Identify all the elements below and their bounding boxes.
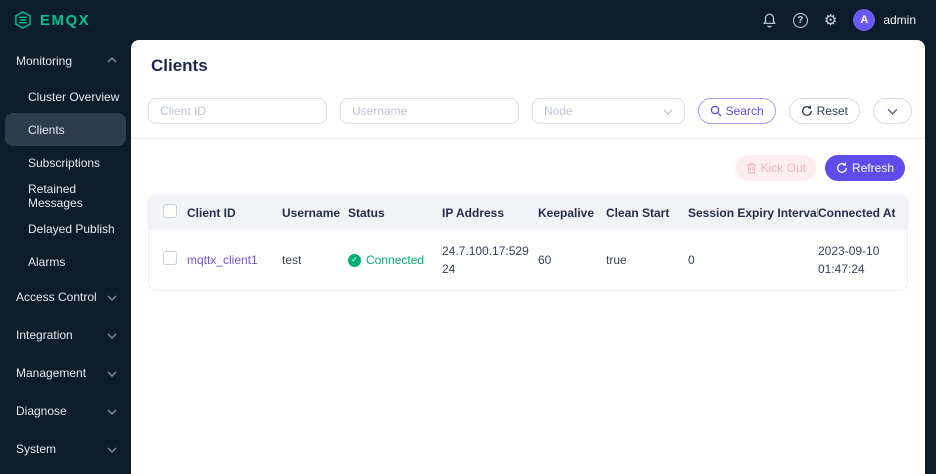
trash-icon bbox=[746, 162, 757, 174]
avatar: A bbox=[853, 9, 876, 31]
node-select[interactable]: Node bbox=[532, 98, 685, 124]
col-header-ip-address: IP Address bbox=[442, 205, 505, 220]
col-header-status: Status bbox=[348, 205, 385, 220]
cell-connected-at: 2023-09-10 01:47:24 bbox=[818, 244, 880, 276]
sidebar-item-label: Monitoring bbox=[16, 54, 73, 68]
clients-table: Client ID Username Status IP Address Kee… bbox=[148, 194, 908, 291]
search-icon bbox=[710, 105, 722, 117]
app-body: Monitoring Cluster Overview Clients Subs… bbox=[0, 40, 936, 474]
client-id-input[interactable] bbox=[148, 98, 327, 124]
sidebar-item-label: Clients bbox=[28, 122, 65, 137]
sidebar-item-label: Retained Messages bbox=[28, 181, 83, 210]
refresh-icon bbox=[836, 162, 848, 174]
sidebar-item-label: Management bbox=[16, 366, 87, 380]
refresh-button-label: Refresh bbox=[851, 161, 894, 175]
cell-ip-address: 24.7.100.17:52924 bbox=[442, 244, 529, 276]
refresh-button[interactable]: Refresh bbox=[824, 155, 905, 181]
top-header: EMQX ? ⚙ A admin bbox=[0, 0, 936, 40]
emqx-hexagon-icon bbox=[13, 10, 33, 30]
brand-name: EMQX bbox=[40, 11, 91, 29]
username-label: admin bbox=[883, 13, 916, 27]
table-row: mqttx_client1 test ✓ Connected 24.7.100.… bbox=[149, 230, 907, 290]
sidebar-item-label: Alarms bbox=[28, 254, 66, 269]
row-checkbox[interactable] bbox=[163, 250, 177, 265]
kick-out-button[interactable]: Kick Out bbox=[734, 155, 817, 181]
kick-out-button-label: Kick Out bbox=[760, 161, 806, 175]
sidebar-item-cluster-overview[interactable]: Cluster Overview bbox=[0, 80, 131, 113]
sidebar-item-label: System bbox=[16, 442, 57, 456]
sidebar-nav: Monitoring Cluster Overview Clients Subs… bbox=[0, 40, 131, 474]
sidebar-item-label: Diagnose bbox=[16, 404, 67, 418]
table-header-row: Client ID Username Status IP Address Kee… bbox=[149, 195, 907, 230]
sidebar-item-system[interactable]: System bbox=[0, 430, 131, 468]
gear-icon[interactable]: ⚙ bbox=[824, 13, 837, 28]
connected-check-icon: ✓ bbox=[348, 253, 361, 267]
col-header-connected-at: Connected At bbox=[818, 205, 896, 220]
emqx-logo[interactable]: EMQX bbox=[13, 10, 90, 30]
sidebar-item-label: Cluster Overview bbox=[28, 89, 120, 104]
page-title: Clients bbox=[151, 56, 208, 75]
reset-button[interactable]: Reset bbox=[788, 98, 860, 124]
chevron-down-icon bbox=[107, 290, 117, 304]
sidebar-item-monitoring[interactable]: Monitoring bbox=[0, 42, 131, 80]
chevron-down-icon bbox=[107, 328, 117, 342]
sidebar-item-label: Subscriptions bbox=[28, 155, 101, 170]
reset-icon bbox=[801, 105, 813, 117]
select-all-checkbox[interactable] bbox=[163, 204, 177, 218]
chevron-down-icon bbox=[887, 104, 898, 118]
cell-clean-start: true bbox=[606, 253, 627, 267]
cell-username: test bbox=[282, 253, 302, 267]
col-header-session-expiry-interval: Session Expiry Interval bbox=[688, 205, 818, 220]
status-label: Connected bbox=[366, 253, 425, 267]
sidebar-item-alarms[interactable]: Alarms bbox=[0, 245, 131, 278]
client-id-link[interactable]: mqttx_client1 bbox=[187, 253, 258, 267]
sidebar-item-diagnose[interactable]: Diagnose bbox=[0, 392, 131, 430]
sidebar-item-label: Integration bbox=[16, 328, 73, 342]
sidebar-item-subscriptions[interactable]: Subscriptions bbox=[0, 146, 131, 179]
main-content: Clients Node Search Reset bbox=[131, 40, 925, 474]
sidebar-item-label: Delayed Publish bbox=[28, 221, 115, 236]
chevron-down-icon bbox=[107, 442, 117, 456]
sidebar-item-label: Access Control bbox=[16, 290, 97, 304]
sidebar-item-clients[interactable]: Clients bbox=[5, 113, 126, 146]
sidebar-item-integration[interactable]: Integration bbox=[0, 316, 131, 354]
sidebar-item-delayed-publish[interactable]: Delayed Publish bbox=[0, 212, 131, 245]
search-button[interactable]: Search bbox=[697, 98, 776, 124]
expand-filters-button[interactable] bbox=[873, 98, 912, 124]
search-button-label: Search bbox=[725, 104, 764, 118]
col-header-client-id: Client ID bbox=[187, 205, 236, 220]
cell-session-expiry-interval: 0 bbox=[688, 253, 695, 267]
col-header-username: Username bbox=[282, 205, 341, 220]
chevron-down-icon bbox=[107, 366, 117, 380]
sidebar-item-retained-messages[interactable]: Retained Messages bbox=[0, 179, 131, 212]
user-menu[interactable]: A admin bbox=[853, 9, 916, 31]
help-icon[interactable]: ? bbox=[792, 12, 808, 28]
table-actions: Kick Out Refresh bbox=[131, 139, 925, 194]
chevron-up-icon bbox=[107, 54, 117, 68]
bell-icon[interactable] bbox=[762, 12, 777, 28]
chevron-down-icon bbox=[663, 104, 673, 118]
sidebar-item-access-control[interactable]: Access Control bbox=[0, 278, 131, 316]
reset-button-label: Reset bbox=[816, 104, 848, 118]
status-badge: ✓ Connected bbox=[348, 251, 434, 269]
filter-bar: Node Search Reset bbox=[131, 76, 925, 124]
sidebar-item-management[interactable]: Management bbox=[0, 354, 131, 392]
chevron-down-icon bbox=[107, 404, 117, 418]
cell-keepalive: 60 bbox=[538, 253, 552, 267]
col-header-keepalive: Keepalive bbox=[538, 205, 595, 220]
page-head: Clients bbox=[131, 40, 925, 76]
username-input[interactable] bbox=[340, 98, 519, 124]
header-actions: ? ⚙ A admin bbox=[762, 9, 916, 31]
col-header-clean-start: Clean Start bbox=[606, 205, 670, 220]
node-select-placeholder: Node bbox=[544, 104, 573, 118]
